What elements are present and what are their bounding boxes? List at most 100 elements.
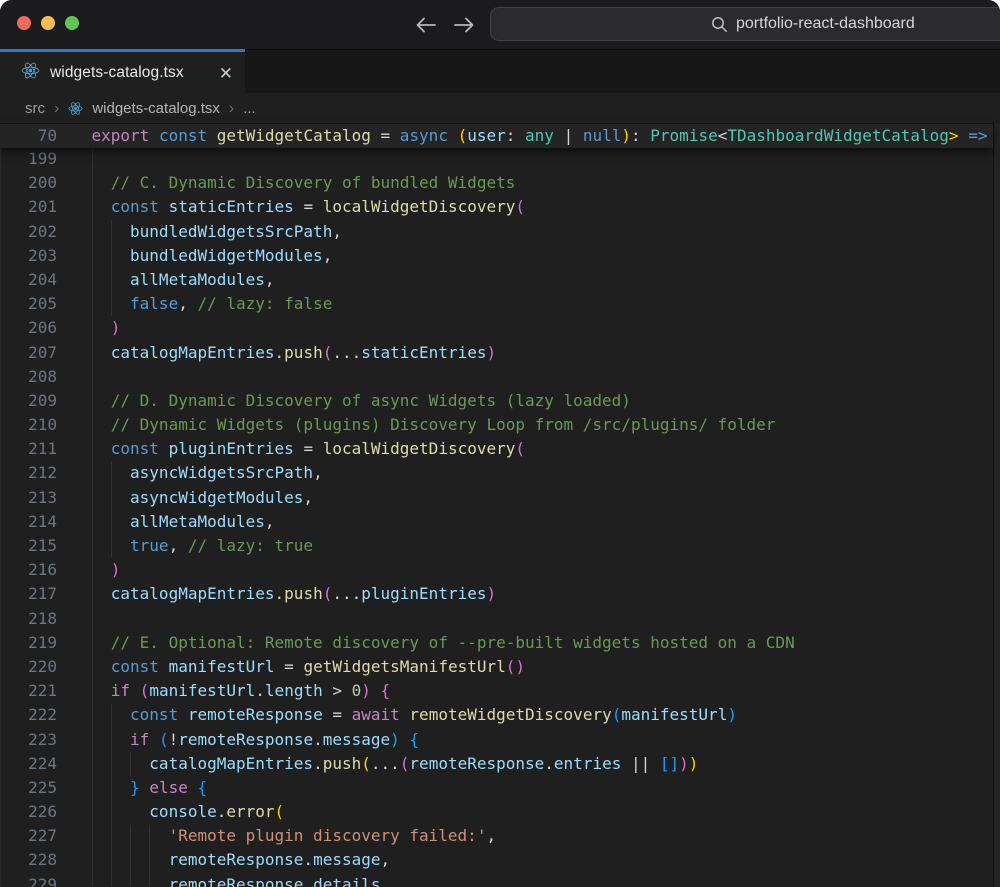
code-line[interactable]: 225 } else { <box>0 776 993 800</box>
code-line[interactable]: 205 false, // lazy: false <box>0 292 993 316</box>
chevron-right-icon: › <box>229 101 234 116</box>
code-text: true, // lazy: true <box>92 534 314 558</box>
code-line[interactable]: 219 // E. Optional: Remote discovery of … <box>0 631 993 655</box>
code-text: console.error( <box>92 800 285 824</box>
back-arrow-icon[interactable] <box>412 14 442 36</box>
code-line[interactable]: 210 // Dynamic Widgets (plugins) Discove… <box>0 413 993 437</box>
code-line[interactable]: 222 const remoteResponse = await remoteW… <box>0 703 993 727</box>
code-text: if (manifestUrl.length > 0) { <box>92 679 391 703</box>
code-text: catalogMapEntries.push(...(remoteRespons… <box>92 752 699 776</box>
code-line[interactable]: 220 const manifestUrl = getWidgetsManife… <box>0 655 993 679</box>
zoom-window-button[interactable] <box>65 16 79 30</box>
react-file-icon-small <box>68 101 83 116</box>
code-line[interactable]: 215 true, // lazy: true <box>0 534 993 558</box>
code-line[interactable]: 207 catalogMapEntries.push(...staticEntr… <box>0 341 993 365</box>
code-text: allMetaModules, <box>92 268 275 292</box>
line-number: 70 <box>0 124 57 148</box>
tab-close-icon[interactable]: ✕ <box>219 65 233 82</box>
code-line[interactable]: 208 <box>0 365 993 389</box>
line-number: 228 <box>0 848 57 872</box>
code-line[interactable]: 209 // D. Dynamic Discovery of async Wid… <box>0 389 993 413</box>
code-line[interactable]: 200 // C. Dynamic Discovery of bundled W… <box>0 171 993 195</box>
line-number: 202 <box>0 220 57 244</box>
forward-arrow-icon[interactable] <box>450 14 480 36</box>
line-number: 203 <box>0 244 57 268</box>
line-number: 227 <box>0 824 57 848</box>
code-text: // C. Dynamic Discovery of bundled Widge… <box>92 171 516 195</box>
scrollbar-track[interactable] <box>993 123 1000 887</box>
code-text: // E. Optional: Remote discovery of --pr… <box>92 631 795 655</box>
line-number: 220 <box>0 655 57 679</box>
code-line[interactable]: 214 allMetaModules, <box>0 510 993 534</box>
line-number: 201 <box>0 195 57 219</box>
tab-widgets-catalog[interactable]: widgets-catalog.tsx ✕ <box>0 49 245 94</box>
code-text: catalogMapEntries.push(...staticEntries) <box>92 341 497 365</box>
line-number: 210 <box>0 413 57 437</box>
line-number: 219 <box>0 631 57 655</box>
code-text: const remoteResponse = await remoteWidge… <box>92 703 737 727</box>
code-line[interactable]: 218 <box>0 607 993 631</box>
chevron-right-icon: › <box>54 101 59 116</box>
code-line[interactable]: 212 asyncWidgetsSrcPath, <box>0 461 993 485</box>
minimize-window-button[interactable] <box>41 16 55 30</box>
code-line[interactable]: 216 ) <box>0 558 993 582</box>
line-number: 199 <box>0 147 57 171</box>
code-text: asyncWidgetModules, <box>92 486 314 510</box>
code-line[interactable]: 204 allMetaModules, <box>0 268 993 292</box>
title-bar: portfolio-react-dashboard <box>0 0 1000 49</box>
line-number: 223 <box>0 728 57 752</box>
breadcrumb: src › widgets-catalog.tsx › ... <box>0 93 1000 123</box>
code-line[interactable]: 223 if (!remoteResponse.message) { <box>0 728 993 752</box>
line-number: 213 <box>0 486 57 510</box>
code-line[interactable]: 211 const pluginEntries = localWidgetDis… <box>0 437 993 461</box>
sticky-scroll-line[interactable]: 70export const getWidgetCatalog = async … <box>0 123 993 148</box>
code-line[interactable]: 227 'Remote plugin discovery failed:', <box>0 824 993 848</box>
react-file-icon <box>21 61 40 85</box>
line-number: 226 <box>0 800 57 824</box>
code-text: // D. Dynamic Discovery of async Widgets… <box>92 389 631 413</box>
code-line[interactable]: 199 <box>0 147 993 171</box>
code-line[interactable]: 221 if (manifestUrl.length > 0) { <box>0 679 993 703</box>
code-line[interactable]: 228 remoteResponse.message, <box>0 848 993 872</box>
breadcrumb-symbol[interactable]: ... <box>243 100 256 117</box>
code-line[interactable]: 217 catalogMapEntries.push(...pluginEntr… <box>0 582 993 606</box>
line-number: 206 <box>0 316 57 340</box>
code-text: false, // lazy: false <box>92 292 333 316</box>
code-text: } else { <box>92 776 208 800</box>
line-number: 214 <box>0 510 57 534</box>
code-text: const manifestUrl = getWidgetsManifestUr… <box>92 655 526 679</box>
line-number: 229 <box>0 873 57 887</box>
line-number: 222 <box>0 703 57 727</box>
code-line[interactable]: 203 bundledWidgetModules, <box>0 244 993 268</box>
line-number: 218 <box>0 607 57 631</box>
editor-code-area[interactable]: 199200 // C. Dynamic Discovery of bundle… <box>0 147 993 887</box>
tab-bar: widgets-catalog.tsx ✕ <box>0 49 1000 93</box>
line-number: 204 <box>0 268 57 292</box>
code-line[interactable]: 201 const staticEntries = localWidgetDis… <box>0 195 993 219</box>
code-text: allMetaModules, <box>92 510 275 534</box>
code-text: bundledWidgetsSrcPath, <box>92 220 342 244</box>
code-text: if (!remoteResponse.message) { <box>92 728 420 752</box>
code-text: const pluginEntries = localWidgetDiscove… <box>92 437 526 461</box>
close-window-button[interactable] <box>17 16 31 30</box>
line-number: 215 <box>0 534 57 558</box>
code-line[interactable]: 224 catalogMapEntries.push(...(remoteRes… <box>0 752 993 776</box>
line-number: 205 <box>0 292 57 316</box>
code-text: const staticEntries = localWidgetDiscove… <box>92 195 526 219</box>
line-number: 209 <box>0 389 57 413</box>
breadcrumb-file[interactable]: widgets-catalog.tsx <box>92 100 220 117</box>
line-number: 211 <box>0 437 57 461</box>
code-line[interactable]: 229 remoteResponse.details, <box>0 873 993 887</box>
code-line[interactable]: 213 asyncWidgetModules, <box>0 486 993 510</box>
breadcrumb-src[interactable]: src <box>25 100 45 117</box>
line-number: 212 <box>0 461 57 485</box>
code-line[interactable]: 226 console.error( <box>0 800 993 824</box>
code-line[interactable]: 206 ) <box>0 316 993 340</box>
code-text: asyncWidgetsSrcPath, <box>92 461 323 485</box>
command-center-search[interactable]: portfolio-react-dashboard <box>490 7 1000 41</box>
search-icon <box>711 16 728 38</box>
line-number: 208 <box>0 365 57 389</box>
code-line[interactable]: 202 bundledWidgetsSrcPath, <box>0 220 993 244</box>
code-line[interactable]: 70export const getWidgetCatalog = async … <box>0 124 993 148</box>
line-number: 200 <box>0 171 57 195</box>
